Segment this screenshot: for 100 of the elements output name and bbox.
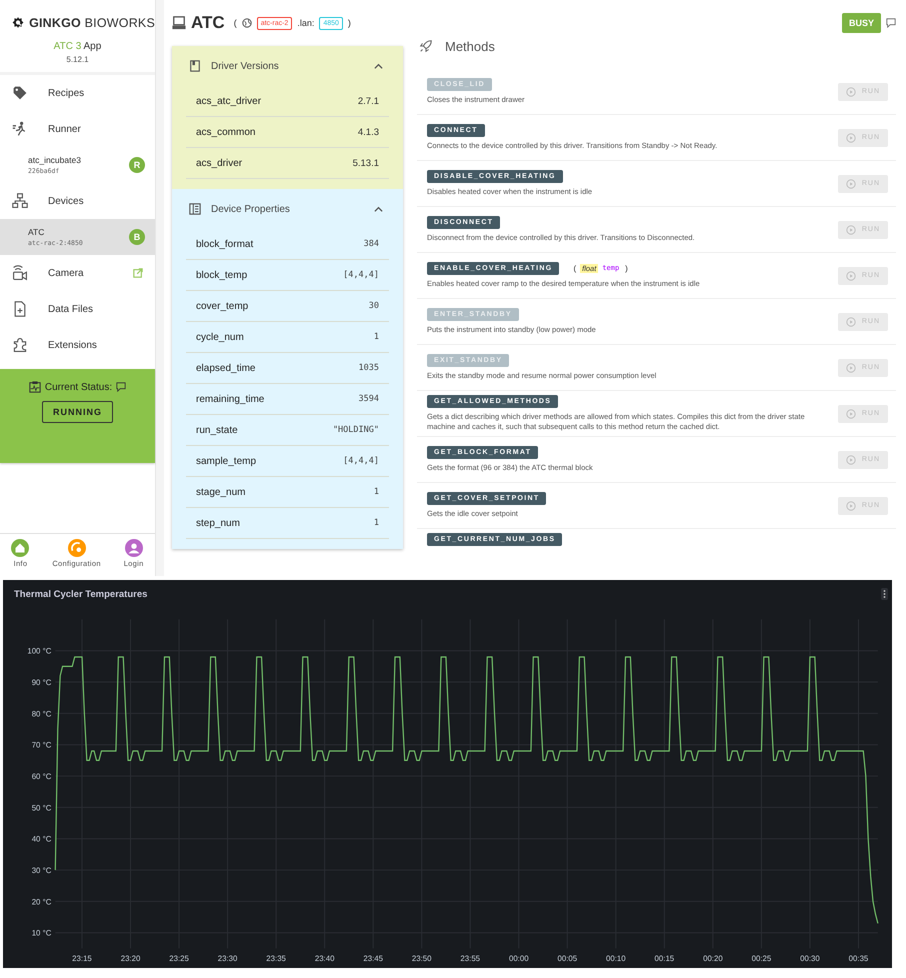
property-name: block_format [196,238,254,250]
section-title: Device Properties [211,204,291,214]
y-tick-label: 90 °C [32,678,52,687]
x-tick-label: 00:00 [508,954,529,964]
property-value: 384 [364,239,379,249]
play-icon [846,362,856,372]
methods-title: Methods [445,38,495,54]
x-tick-label: 23:20 [120,954,140,964]
y-tick-label: 60 °C [32,772,52,781]
x-tick-label: 23:40 [314,954,334,964]
status-badge: B [129,229,145,245]
x-tick-label: 23:15 [72,954,92,964]
property-name: cycle_num [196,332,244,342]
device-title: ATC [191,13,225,33]
x-tick-label: 00:30 [800,954,820,964]
property-value: 1035 [358,363,379,373]
status-button[interactable]: RUNNING [42,401,113,423]
x-tick-label: 23:35 [266,954,286,964]
status-badge: R [129,157,145,173]
property-value: 4.1.3 [358,126,379,138]
play-icon [846,270,856,280]
menu-icon[interactable] [881,588,888,600]
item-title: ATC [28,227,46,237]
x-tick-label: 23:50 [412,954,432,964]
rocket-icon [419,39,433,53]
status-label: Current Status: [44,382,112,392]
section-title: Driver Versions [211,60,280,72]
tag-icon [12,85,28,101]
chart-title: Thermal Cycler Temperatures [14,588,148,600]
property-value: 30 [368,301,379,311]
y-tick-label: 50 °C [32,803,52,812]
x-tick-label: 23:55 [460,954,480,964]
property-name: cover_temp [196,300,248,312]
play-icon [846,454,856,465]
runner-icon [12,121,28,137]
list-icon [189,203,201,215]
clipboard-pulse-icon [28,381,41,393]
x-tick-label: 23:25 [169,954,189,964]
app-name-suffix: App [84,41,102,52]
play-icon [846,178,856,188]
property-name: acs_driver [196,158,242,168]
nav-item[interactable]: Extensions [0,327,155,363]
chevron-icon[interactable] [374,204,383,214]
item-title: atc_incubate3 [28,155,82,165]
x-tick-label: 00:20 [703,954,723,964]
camera-icon [12,265,28,281]
play-icon [846,408,856,419]
property-value: "HOLDING" [332,425,379,435]
domain-text: .lan: [297,18,314,28]
property-name: stage_num [196,486,246,498]
x-tick-label: 23:45 [363,954,383,964]
property-value: 1 [374,332,379,342]
nav-item[interactable]: Recipes [0,75,155,111]
app-name: ATC 3 [54,41,82,52]
brand-name: GINKGO BIOWORKS [29,16,155,30]
y-tick-label: 30 °C [32,866,52,875]
property-value: 2.7.1 [358,96,379,106]
arg-paren: ( [573,264,576,273]
property-name: sample_temp [196,456,256,466]
y-tick-label: 10 °C [32,928,52,938]
feedback-icon[interactable] [116,382,126,392]
feedback-icon[interactable] [886,18,896,28]
x-tick-label: 00:35 [848,954,868,964]
property-value: [4,4,4] [343,270,379,280]
x-tick-label: 23:30 [218,954,238,964]
nav-item[interactable]: Data Files [0,291,155,327]
y-tick-label: 20 °C [32,897,52,906]
x-tick-label: 00:10 [606,954,626,964]
property-name: remaining_time [196,394,264,404]
property-value: 1 [374,518,379,528]
property-name: elapsed_time [196,362,256,374]
nav-item[interactable]: Devices [0,183,155,219]
puzzle-icon [12,337,28,353]
arg-paren: ) [625,264,628,273]
book-icon [189,60,201,72]
property-name: block_temp [196,270,248,280]
x-tick-label: 00:15 [654,954,674,964]
nav-item[interactable]: Camera [0,255,155,291]
property-value: [4,4,4] [343,456,379,466]
x-tick-label: 00:25 [752,954,772,964]
play-icon [846,316,856,326]
property-value: 1 [374,487,379,497]
property-value: 3594 [358,394,379,404]
property-value: 5.13.1 [352,158,379,168]
paren-text: ( [234,18,237,28]
x-tick-label: 00:05 [558,954,578,964]
computer-icon [172,16,186,30]
y-tick-label: 80 °C [32,709,52,718]
property-name: acs_atc_driver [196,96,262,106]
nav-item[interactable]: Runner [0,111,155,147]
play-icon [846,132,856,142]
app-version: 5.12.1 [65,55,90,64]
network-icon [12,193,28,209]
chevron-icon[interactable] [374,62,383,70]
file-icon [12,301,28,317]
play-icon [846,500,856,511]
play-icon [846,86,856,96]
property-name: step_num [196,518,240,528]
y-tick-label: 40 °C [32,834,52,844]
play-icon [846,224,856,234]
